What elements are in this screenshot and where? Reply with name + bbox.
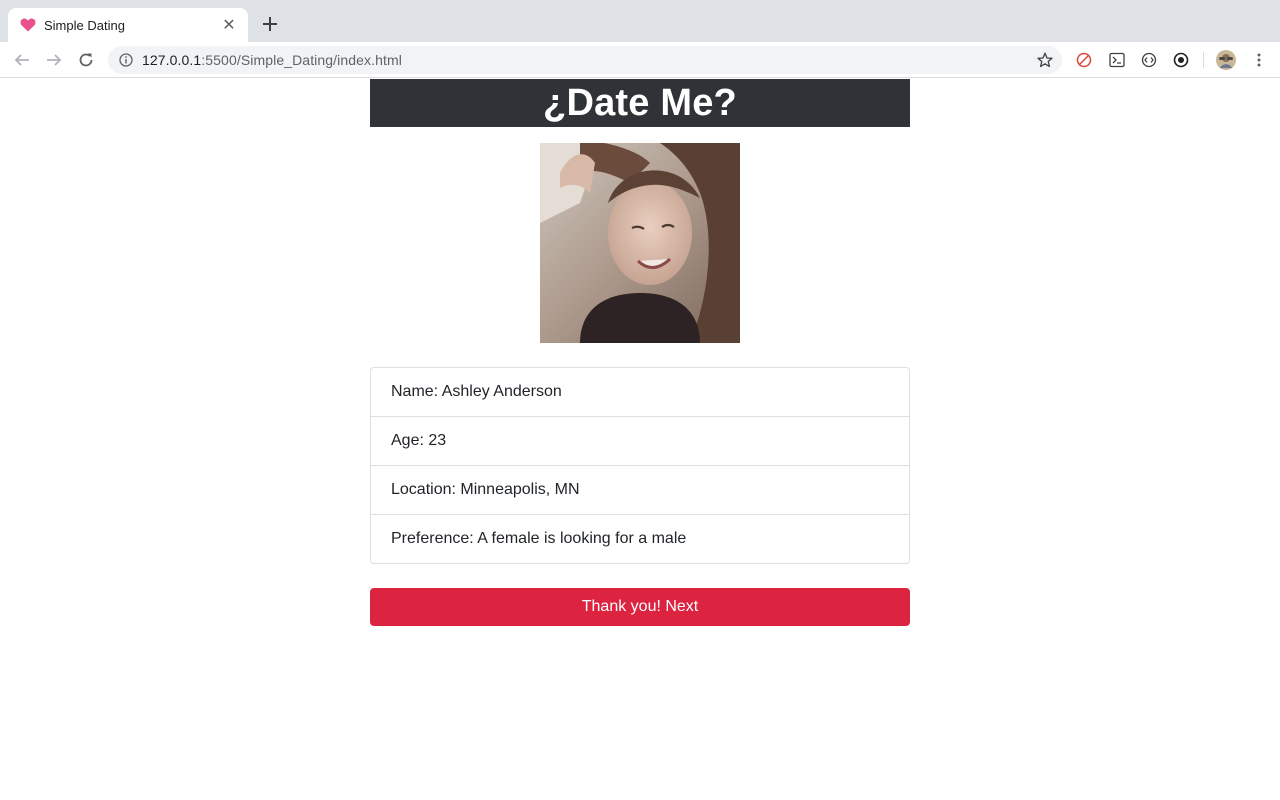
forward-button[interactable] (42, 48, 66, 72)
profile-name: Name: Ashley Anderson (371, 368, 909, 417)
back-button[interactable] (10, 48, 34, 72)
profile-container: ¿Date Me? Name: Ashley Anderson Age: 23 … (370, 79, 910, 626)
page-title: ¿Date Me? (543, 81, 737, 124)
plus-icon (263, 17, 277, 31)
menu-kebab-icon[interactable] (1250, 51, 1268, 69)
page-content: ¿Date Me? Name: Ashley Anderson Age: 23 … (0, 79, 1280, 800)
profile-age: Age: 23 (371, 417, 909, 466)
url-host: 127.0.0.1 (142, 52, 202, 68)
profile-photo (540, 143, 740, 343)
extension-terminal-icon[interactable] (1108, 51, 1126, 69)
page-header: ¿Date Me? (370, 79, 910, 127)
extension-code-icon[interactable] (1140, 51, 1158, 69)
reload-button[interactable] (74, 48, 98, 72)
browser-toolbar: 127.0.0.1:5500/Simple_Dating/index.html (0, 42, 1280, 78)
extension-blocked-icon[interactable] (1075, 51, 1093, 69)
profile-photo-image (540, 143, 740, 343)
address-bar[interactable]: 127.0.0.1:5500/Simple_Dating/index.html (108, 46, 1062, 74)
heart-icon (20, 17, 36, 33)
bookmark-star-icon[interactable] (1036, 51, 1054, 69)
url-path: :5500/Simple_Dating/index.html (201, 52, 402, 68)
tab-strip: Simple Dating ✕ (0, 0, 1280, 42)
arrow-right-icon (47, 54, 62, 66)
reload-icon (79, 53, 93, 67)
toolbar-separator (1203, 52, 1204, 68)
profile-preference: Preference: A female is looking for a ma… (391, 530, 687, 547)
avatar[interactable] (1215, 49, 1237, 71)
info-icon[interactable] (118, 52, 134, 68)
new-tab-button[interactable] (258, 12, 282, 36)
browser-tab[interactable]: Simple Dating ✕ (8, 8, 248, 42)
profile-location: Location: Minneapolis, MN (371, 466, 909, 515)
tab-title: Simple Dating (44, 17, 125, 33)
next-profile-button[interactable]: Thank you! Next (370, 588, 910, 626)
arrow-left-icon (14, 54, 29, 66)
close-tab-icon[interactable]: ✕ (220, 16, 238, 34)
url-text: 127.0.0.1:5500/Simple_Dating/index.html (142, 52, 402, 68)
profile-details-list: Name: Ashley Anderson Age: 23 Location: … (370, 367, 910, 564)
extension-record-icon[interactable] (1172, 51, 1190, 69)
